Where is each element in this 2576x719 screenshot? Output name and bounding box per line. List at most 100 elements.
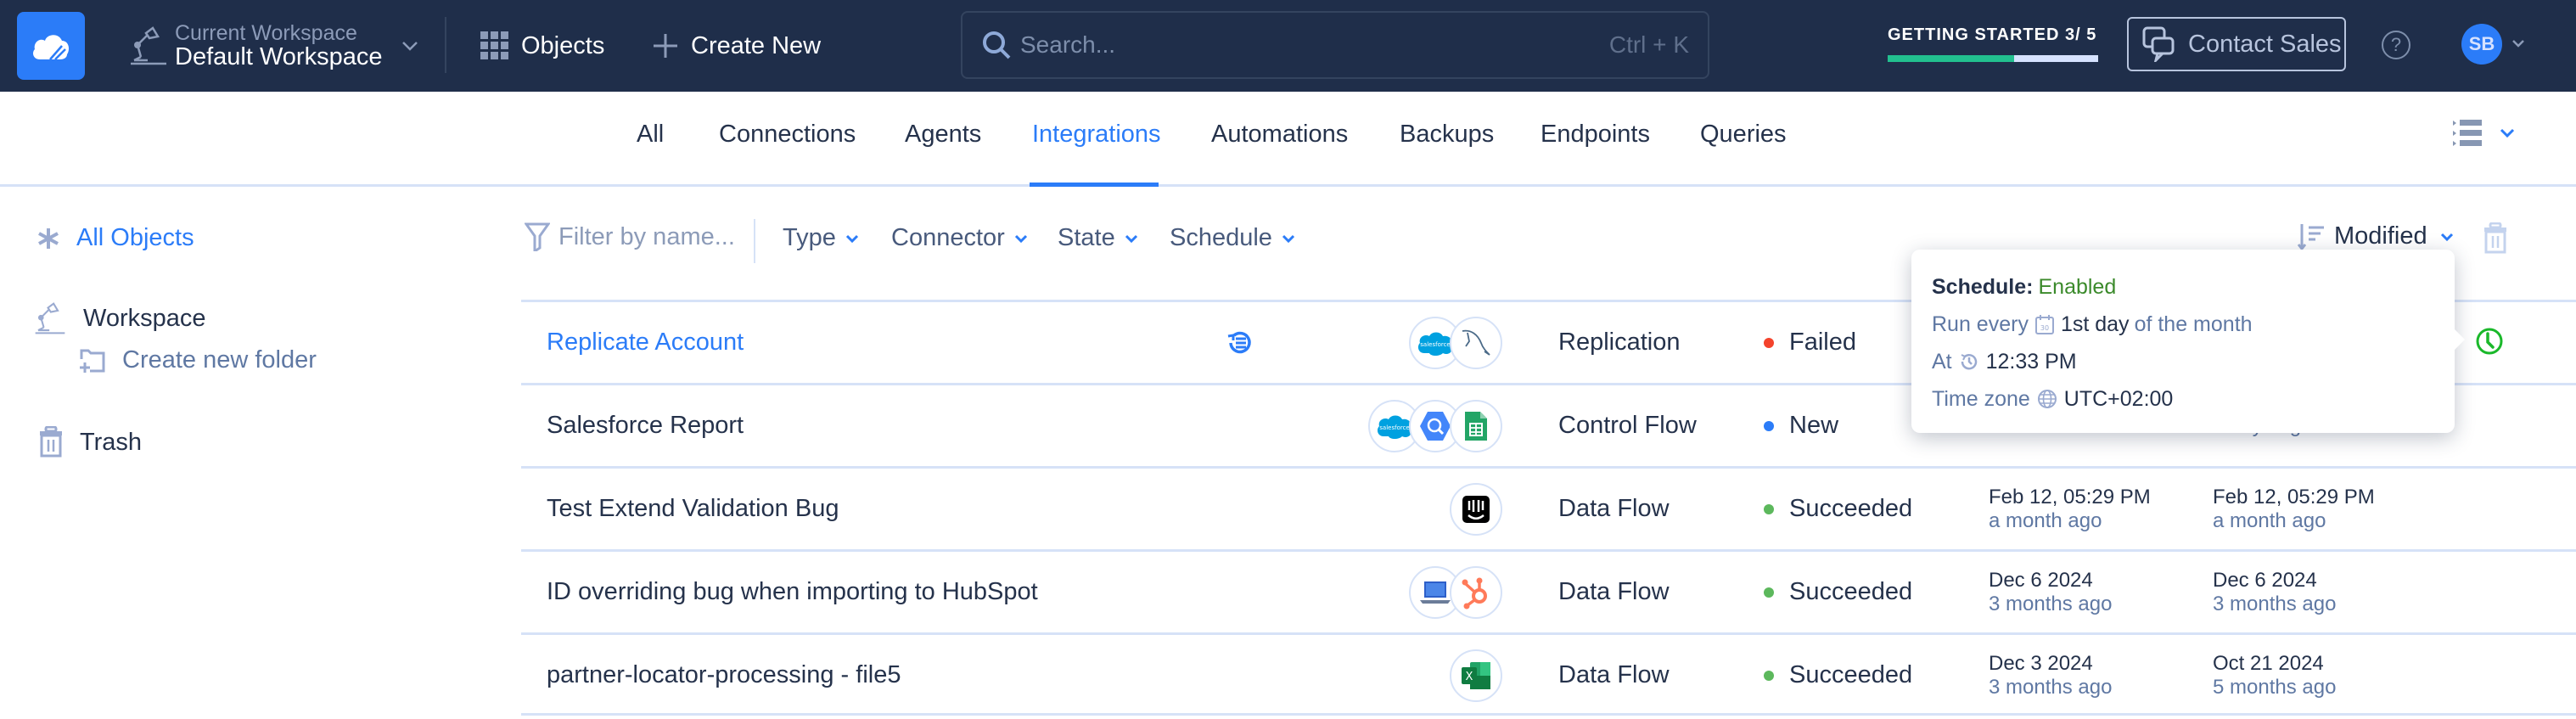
create-new-folder-button[interactable]: Create new folder: [78, 346, 317, 374]
object-type: Data Flow: [1558, 578, 1670, 605]
connector-icons: salesforce: [1368, 385, 1502, 466]
created-date: Feb 12, 05:29 PM a month ago: [1989, 469, 2151, 549]
tooltip-timezone-value: UTC+02:00: [2063, 386, 2174, 411]
tooltip-timezone-label: Time zone: [1932, 386, 2030, 411]
sidebar-item-workspace[interactable]: Workspace: [34, 302, 206, 334]
help-icon[interactable]: ?: [2382, 31, 2410, 59]
dropdown-label: Schedule: [1170, 224, 1272, 251]
tooltip-schedule-key: Schedule:: [1932, 274, 2034, 299]
create-new-label: Create New: [691, 31, 822, 59]
status-label: Failed: [1789, 329, 1856, 356]
sidebar-label: Trash: [80, 428, 143, 456]
filter-placeholder: Filter by name...: [558, 222, 735, 250]
object-type-tabs: All Connections Agents Integrations Auto…: [0, 92, 2576, 187]
desk-lamp-icon: [35, 302, 65, 334]
object-type: Replication: [1558, 329, 1681, 356]
app-logo[interactable]: [17, 12, 85, 80]
object-name[interactable]: partner-locator-processing - file5: [547, 635, 901, 716]
table-row[interactable]: Test Extend Validation Bug Data Flow Suc…: [521, 466, 2576, 549]
grid-icon: [480, 31, 508, 59]
chevron-down-icon[interactable]: [2511, 36, 2526, 51]
status-dot: [1764, 670, 1774, 681]
tooltip-run-every-line: Run every 30 1st day of the month: [1932, 306, 2434, 343]
search-icon: [983, 31, 1011, 59]
calendar-icon: 30: [2034, 315, 2054, 334]
table-row[interactable]: partner-locator-processing - file5 X Dat…: [521, 632, 2576, 716]
status-label: Succeeded: [1789, 578, 1913, 605]
status-label: Succeeded: [1789, 495, 1913, 522]
tooltip-run-every-label: Run every: [1932, 312, 2029, 336]
chat-bubbles-icon: [2142, 26, 2175, 62]
type-filter-dropdown[interactable]: Type: [783, 224, 860, 252]
modified-date-value: Oct 21 2024: [2213, 651, 2324, 675]
contact-sales-button[interactable]: Contact Sales: [2127, 17, 2346, 71]
mysql-connector-icon: [1450, 316, 1502, 369]
tab-integrations[interactable]: Integrations: [1032, 121, 1161, 149]
search-input[interactable]: Search... Ctrl + K: [961, 11, 1709, 79]
user-avatar[interactable]: SB: [2461, 24, 2502, 65]
tab-queries[interactable]: Queries: [1700, 121, 1787, 149]
sidebar-label: Create new folder: [122, 346, 317, 374]
sidebar-item-trash[interactable]: Trash: [39, 426, 142, 458]
header-divider: [445, 17, 446, 73]
tooltip-timezone-line: Time zone UTC+02:00: [1932, 380, 2434, 418]
search-shortcut: Ctrl + K: [1608, 31, 1689, 58]
filter-by-name-input[interactable]: Filter by name...: [525, 222, 735, 251]
sidebar-label: Workspace: [83, 304, 206, 332]
sort-label: Modified: [2334, 222, 2427, 250]
tab-endpoints[interactable]: Endpoints: [1541, 121, 1650, 149]
delete-selected-icon[interactable]: [2483, 222, 2508, 255]
state-filter-dropdown[interactable]: State: [1058, 224, 1139, 252]
desk-lamp-icon: [131, 26, 166, 65]
schedule-filter-dropdown[interactable]: Schedule: [1170, 224, 1296, 252]
history-clock-icon: [1961, 354, 1977, 370]
tooltip-at-value: 12:33 PM: [1985, 349, 2077, 374]
status-label: New: [1789, 412, 1839, 439]
search-placeholder: Search...: [1020, 31, 1116, 58]
add-folder-icon: [80, 349, 105, 373]
objects-button[interactable]: Objects: [480, 24, 604, 68]
chevron-down-icon: [1282, 234, 1294, 243]
object-name[interactable]: Salesforce Report: [547, 385, 744, 466]
asterisk-icon: [38, 227, 59, 249]
object-name[interactable]: Replicate Account: [547, 302, 744, 383]
list-view-icon: [2453, 120, 2482, 146]
chevron-down-icon: [2500, 128, 2515, 138]
tab-all[interactable]: All: [637, 121, 664, 149]
chevron-down-icon: [2440, 233, 2453, 241]
object-name[interactable]: Test Extend Validation Bug: [547, 469, 839, 549]
connector-filter-dropdown[interactable]: Connector: [891, 224, 1029, 252]
tab-backups[interactable]: Backups: [1400, 121, 1494, 149]
table-row[interactable]: ID overriding bug when importing to HubS…: [521, 549, 2576, 632]
modified-date: Dec 6 2024 3 months ago: [2213, 552, 2336, 632]
getting-started-widget[interactable]: GETTING STARTED 3/ 5: [1888, 25, 2098, 62]
sort-icon: [2297, 223, 2324, 250]
status-dot: [1764, 420, 1774, 431]
object-type: Data Flow: [1558, 495, 1670, 522]
view-mode-toggle[interactable]: [2453, 119, 2516, 148]
create-new-button[interactable]: Create New: [652, 24, 821, 68]
objects-label: Objects: [521, 31, 605, 59]
workspace-switcher[interactable]: Current Workspace Default Workspace: [129, 15, 419, 76]
sort-dropdown[interactable]: Modified: [2297, 222, 2455, 250]
object-name[interactable]: ID overriding bug when importing to HubS…: [547, 552, 1038, 632]
schedule-clock-icon[interactable]: [2475, 327, 2504, 356]
svg-text:30: 30: [2040, 324, 2049, 332]
tooltip-at-line: At 12:33 PM: [1932, 343, 2434, 380]
modified-date-relative: 5 months ago: [2213, 675, 2337, 699]
status-dot: [1764, 503, 1774, 514]
tab-connections[interactable]: Connections: [719, 121, 856, 149]
svg-text:salesforce: salesforce: [1420, 341, 1450, 348]
sidebar-item-all-objects[interactable]: All Objects: [37, 224, 194, 252]
tab-automations[interactable]: Automations: [1211, 121, 1348, 149]
tab-agents[interactable]: Agents: [905, 121, 981, 149]
chevron-down-icon: [402, 42, 418, 51]
object-type: Control Flow: [1558, 412, 1697, 439]
replication-history-icon[interactable]: [1226, 329, 1254, 357]
created-date: Dec 3 2024 3 months ago: [1989, 635, 2112, 716]
created-date-relative: 3 months ago: [1989, 592, 2113, 615]
modified-date-value: Dec 6 2024: [2213, 568, 2317, 592]
chevron-down-icon: [1014, 234, 1027, 243]
created-date-value: Feb 12, 05:29 PM: [1989, 485, 2151, 508]
trash-icon: [40, 426, 62, 458]
